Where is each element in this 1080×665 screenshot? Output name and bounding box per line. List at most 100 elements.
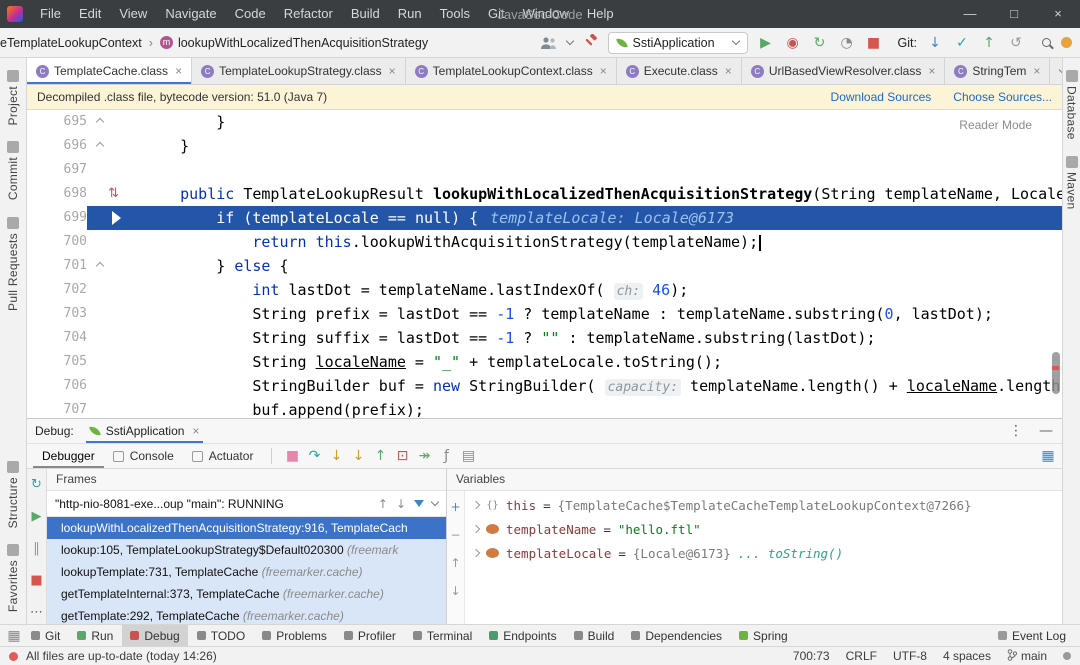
code-line-695[interactable]: 695 } — [27, 110, 1062, 134]
indent-size[interactable]: 4 spaces — [943, 649, 991, 663]
code-line-699[interactable]: 699 if (templateLocale == null) {templat… — [27, 206, 1062, 230]
tool-stripe-button-maven[interactable]: Maven — [1065, 155, 1079, 209]
toolwindow-profiler[interactable]: Profiler — [336, 625, 404, 646]
toolwindow-run[interactable]: Run — [69, 625, 121, 646]
chevron-down-icon[interactable] — [430, 497, 440, 507]
code-line-702[interactable]: 702 int lastDot = templateName.lastIndex… — [27, 278, 1062, 302]
previous-frame-icon[interactable]: ↑ — [378, 497, 388, 511]
window-close-button[interactable]: × — [1036, 0, 1080, 28]
stop-button[interactable]: ■ — [866, 35, 882, 51]
chevron-down-icon[interactable] — [565, 36, 574, 46]
menu-help[interactable]: Help — [578, 0, 623, 28]
toolwindow-debug[interactable]: Debug — [122, 625, 188, 646]
git-branch[interactable]: main — [1007, 648, 1047, 664]
close-icon[interactable]: × — [192, 424, 199, 438]
reader-mode-toggle[interactable]: Reader Mode — [959, 118, 1032, 132]
search-everywhere-icon[interactable] — [1042, 38, 1051, 47]
editor-tab[interactable]: C UrlBasedViewResolver.class × — [742, 58, 946, 84]
tab-close-icon[interactable]: × — [1033, 64, 1040, 78]
more-icon[interactable]: ⋯ — [30, 605, 44, 621]
kebab-menu-icon[interactable]: ⋮ — [1008, 423, 1024, 439]
editor-tab[interactable]: C TemplateLookupContext.class × — [406, 58, 617, 84]
debug-session-tab[interactable]: SstiApplication × — [86, 419, 204, 443]
toolwindow-event-log[interactable]: Event Log — [990, 629, 1074, 643]
add-watch-icon[interactable]: + — [450, 499, 462, 515]
fold-up-icon[interactable] — [95, 261, 105, 271]
menu-navigate[interactable]: Navigate — [156, 0, 225, 28]
line-number[interactable]: 706 — [27, 374, 87, 398]
tab-debugger[interactable]: Debugger — [33, 444, 104, 468]
toolwindow-spring[interactable]: Spring — [731, 625, 796, 646]
stack-frame-row[interactable]: getTemplateInternal:373, TemplateCache (… — [47, 583, 446, 605]
tool-stripe-button-project[interactable]: Project — [6, 70, 20, 125]
toolwindow-terminal[interactable]: Terminal — [405, 625, 480, 646]
debug-bug-button[interactable]: ◉ — [785, 35, 801, 51]
tool-stripe-button-pull-requests[interactable]: Pull Requests — [6, 216, 20, 311]
step-into-icon[interactable]: ↓ — [325, 448, 347, 464]
line-number[interactable]: 700 — [27, 230, 87, 254]
code-line-703[interactable]: 703 String prefix = lastDot == -1 ? temp… — [27, 302, 1062, 326]
next-frame-icon[interactable]: ↓ — [396, 497, 406, 511]
line-number[interactable]: 699 — [27, 206, 87, 230]
tool-stripe-button-structure[interactable]: Structure — [6, 460, 20, 528]
code-editor[interactable]: Reader Mode 695 } 696 } 697 698 ⇅ public Tem… — [27, 110, 1062, 418]
tab-close-icon[interactable]: × — [389, 64, 396, 78]
error-stripe-mark[interactable] — [1052, 366, 1059, 370]
drop-frame-icon[interactable]: ⊡ — [391, 448, 413, 464]
fold-up-icon[interactable] — [95, 117, 105, 127]
line-number[interactable]: 704 — [27, 326, 87, 350]
mute-breakpoints-icon[interactable]: ■ — [281, 448, 303, 464]
fold-up-icon[interactable] — [95, 141, 105, 151]
run-to-cursor-icon[interactable]: ↠ — [413, 448, 435, 464]
filter-frames-icon[interactable] — [414, 500, 424, 507]
expand-chevron-icon[interactable] — [471, 500, 481, 510]
stop-icon[interactable]: ■ — [30, 573, 44, 589]
menu-tools[interactable]: Tools — [431, 0, 479, 28]
line-number[interactable]: 703 — [27, 302, 87, 326]
editor-tab[interactable]: C TemplateLookupStrategy.class × — [192, 58, 406, 84]
code-line-700[interactable]: 700 return this.lookupWithAcquisitionStr… — [27, 230, 1062, 254]
run-config-selector[interactable]: SstiApplication — [607, 31, 748, 54]
notifications-icon[interactable] — [1063, 652, 1071, 660]
force-step-into-icon[interactable]: ↓ — [347, 448, 369, 464]
step-out-icon[interactable]: ↑ — [369, 448, 391, 464]
tool-stripe-button-favorites[interactable]: Favorites — [6, 543, 20, 612]
coverage-button[interactable]: ↻ — [812, 35, 828, 51]
tab-close-icon[interactable]: × — [175, 64, 182, 78]
expand-chevron-icon[interactable] — [471, 524, 481, 534]
run-button[interactable]: ▶ — [758, 35, 774, 51]
toolwindow-endpoints[interactable]: Endpoints — [481, 625, 564, 646]
window-minimize-button[interactable]: — — [948, 0, 992, 28]
line-number[interactable]: 696 — [27, 134, 87, 158]
line-number[interactable]: 698 — [27, 182, 87, 206]
pause-icon[interactable]: ‖ — [30, 541, 44, 557]
choose-sources-link[interactable]: Choose Sources... — [953, 90, 1052, 104]
stack-frame-row[interactable]: lookup:105, TemplateLookupStrategy$Defau… — [47, 539, 446, 561]
variable-row[interactable]: templateName = "hello.ftl" — [465, 517, 1062, 541]
step-over-icon[interactable]: ↷ — [303, 448, 325, 464]
code-line-701[interactable]: 701 } else { — [27, 254, 1062, 278]
move-down-icon[interactable]: ↓ — [450, 583, 462, 599]
line-separator[interactable]: CRLF — [846, 649, 877, 663]
tab-close-icon[interactable]: × — [725, 64, 732, 78]
toolwindow-git[interactable]: Git — [23, 625, 68, 646]
toolwindow-todo[interactable]: TODO — [189, 625, 253, 646]
resume-icon[interactable]: ▶ — [30, 509, 44, 525]
code-line-706[interactable]: 706 StringBuilder buf = new StringBuilde… — [27, 374, 1062, 398]
line-number[interactable]: 707 — [27, 398, 87, 418]
toolwindow-build[interactable]: Build — [566, 625, 623, 646]
menu-build[interactable]: Build — [342, 0, 389, 28]
thread-selector[interactable]: "http-nio-8081-exe...oup "main": RUNNING… — [47, 491, 446, 517]
line-number[interactable]: 705 — [27, 350, 87, 374]
breadcrumb-method[interactable]: lookupWithLocalizedThenAcquisitionStrate… — [178, 36, 428, 50]
editor-tab[interactable]: C Execute.class × — [617, 58, 742, 84]
menu-code[interactable]: Code — [226, 0, 275, 28]
move-up-icon[interactable]: ↑ — [450, 555, 462, 571]
hide-panel-icon[interactable]: — — [1038, 423, 1054, 439]
tab-console[interactable]: Console — [104, 444, 183, 468]
scrollbar-thumb[interactable] — [1052, 352, 1060, 394]
toolwindow-problems[interactable]: Problems — [254, 625, 335, 646]
code-with-me-users-icon[interactable] — [540, 36, 557, 50]
remove-watch-icon[interactable]: − — [450, 527, 462, 543]
build-hammer-icon[interactable] — [583, 33, 598, 52]
